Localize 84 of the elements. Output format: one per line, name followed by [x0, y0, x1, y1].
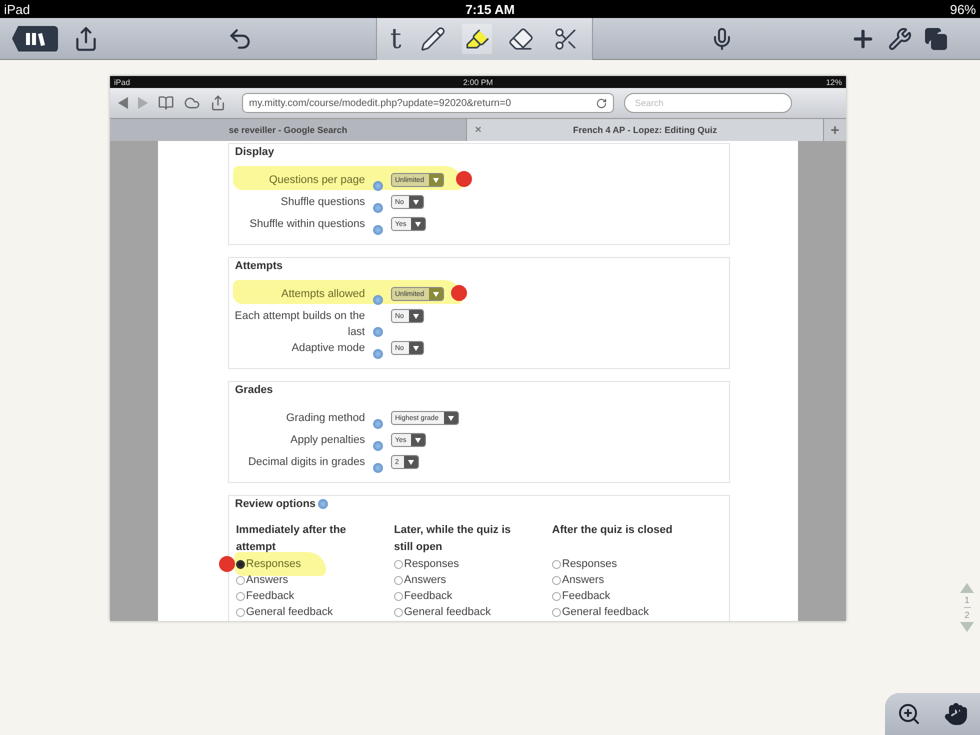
clock: 7:15 AM: [465, 2, 515, 16]
tab-title: French 4 AP - Lopez: Editing Quiz: [572, 125, 717, 135]
option-label: Feedback: [404, 590, 452, 602]
forward-icon[interactable]: [138, 97, 148, 109]
option-label: Responses: [562, 558, 618, 570]
setting-label: Apply penalties: [289, 433, 365, 448]
caret-icon: [412, 200, 419, 204]
setting-label: Each attempt builds on the last: [234, 309, 365, 340]
radio-button[interactable]: [552, 576, 561, 584]
clock: 2:00 PM: [463, 78, 493, 86]
caret-icon: [433, 292, 440, 296]
radio-button[interactable]: [552, 592, 561, 600]
help-icon[interactable]: [373, 327, 383, 337]
column-heading: Later, while the quiz is still open: [394, 523, 512, 555]
group-title: Display: [235, 146, 274, 158]
option-label: Answers: [246, 574, 288, 586]
radio-button[interactable]: [394, 592, 403, 600]
group-title: Grades: [235, 384, 273, 396]
setting-label: Shuffle within questions: [248, 217, 365, 232]
radio-button[interactable]: [394, 608, 403, 616]
address-field[interactable]: my.mitty.com/course/modedit.php?update=92020&return=0: [242, 93, 614, 113]
bookmarks-icon[interactable]: [158, 95, 174, 111]
caret-icon: [408, 460, 414, 464]
option-label: Answers: [404, 574, 446, 586]
cloud-icon[interactable]: [184, 95, 200, 111]
page-count: 2: [964, 610, 970, 620]
setting-label: Decimal digits in grades: [247, 455, 365, 470]
setting-label: Shuffle questions: [280, 195, 365, 210]
option-label: General feedback: [246, 606, 333, 618]
setting-label: Grading method: [285, 411, 365, 426]
back-icon[interactable]: [118, 97, 128, 109]
option-label: General feedback: [562, 606, 649, 618]
radio-button[interactable]: [394, 576, 403, 584]
tab-title: se reveiller - Google Search: [228, 125, 348, 135]
zoom-icon[interactable]: [896, 702, 921, 726]
column-heading: Immediately after the attempt: [236, 523, 348, 555]
battery-level: 12%: [826, 78, 842, 86]
caret-icon: [412, 346, 419, 350]
help-icon[interactable]: [373, 441, 383, 451]
radio-button[interactable]: [236, 576, 245, 584]
text-tool[interactable]: t: [388, 24, 404, 52]
setting-label: Questions per page: [268, 173, 365, 188]
device-name: iPad: [4, 2, 30, 16]
option-label: Feedback: [246, 590, 294, 602]
next-page-icon[interactable]: [960, 622, 974, 632]
new-tab-button[interactable]: +: [824, 119, 846, 141]
radio-button[interactable]: [394, 560, 403, 568]
setting-label: Attempts allowed: [280, 287, 365, 302]
radio-button[interactable]: [552, 608, 561, 616]
option-label: Feedback: [562, 590, 610, 602]
library-button[interactable]: [12, 26, 58, 52]
caret-icon: [412, 314, 419, 318]
browser-tab[interactable]: × French 4 AP - Lopez: Editing Quiz: [467, 119, 824, 141]
caret-icon: [415, 222, 422, 226]
hand-icon[interactable]: [944, 702, 968, 726]
help-icon[interactable]: [373, 463, 383, 473]
radio-button[interactable]: [236, 608, 245, 616]
option-label: General feedback: [404, 606, 491, 618]
page-number: 1: [964, 595, 970, 605]
setting-label: Adaptive mode: [290, 341, 365, 356]
group-title: Review options: [235, 498, 316, 510]
help-icon[interactable]: [318, 499, 328, 509]
caret-icon: [433, 178, 440, 182]
device-name: iPad: [114, 78, 130, 86]
help-icon[interactable]: [373, 225, 383, 235]
option-label: Responses: [246, 558, 302, 570]
caret-icon: [415, 438, 422, 442]
option-label: Responses: [404, 558, 460, 570]
search-field[interactable]: Search: [624, 93, 792, 113]
help-icon[interactable]: [373, 349, 383, 359]
caret-icon: [448, 416, 454, 420]
help-icon[interactable]: [373, 203, 383, 213]
radio-button[interactable]: [552, 560, 561, 568]
radio-button[interactable]: [236, 592, 245, 600]
group-title: Attempts: [235, 260, 283, 272]
help-icon[interactable]: [373, 419, 383, 429]
highlighter-icon[interactable]: [462, 24, 492, 54]
battery-level: 96%: [950, 2, 976, 16]
books-icon: [24, 30, 46, 46]
option-label: Answers: [562, 574, 604, 586]
reload-icon[interactable]: [596, 98, 607, 108]
previous-page-icon[interactable]: [960, 583, 974, 593]
share-icon[interactable]: [210, 95, 226, 111]
column-heading: After the quiz is closed: [552, 523, 674, 538]
